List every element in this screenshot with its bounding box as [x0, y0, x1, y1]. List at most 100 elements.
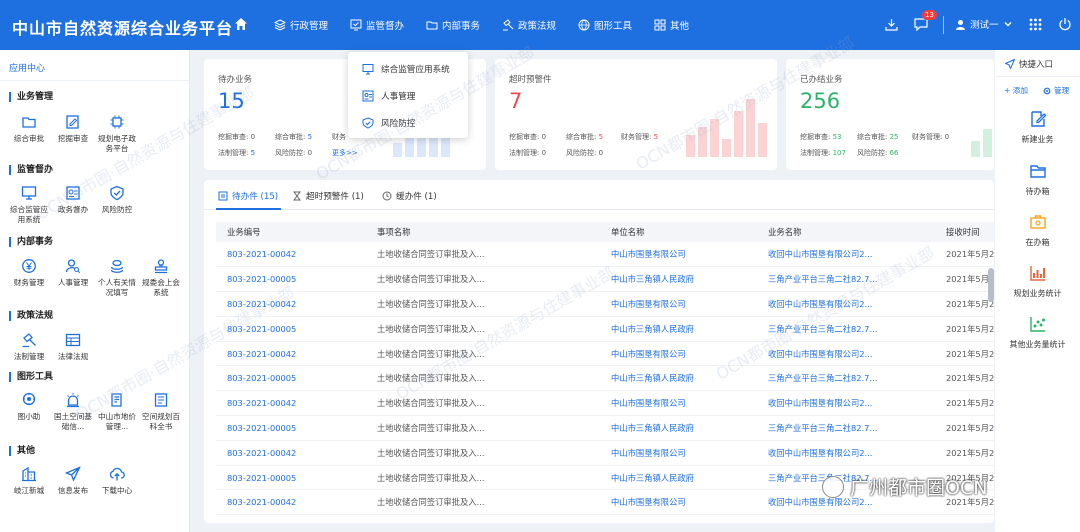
tool-planning-egov[interactable]: 规划电子政务平台: [95, 114, 139, 154]
nav-item-internal[interactable]: 内部事务: [426, 17, 480, 33]
unit-name-cell[interactable]: 中山市围垦有限公司: [600, 341, 757, 367]
nav-item-other[interactable]: 其他: [654, 17, 689, 33]
business-name-cell[interactable]: 三角产业平台三角二社82.7...: [757, 316, 935, 342]
business-name-cell[interactable]: 三角产业平台三角二社82.7...: [757, 365, 935, 392]
business-number-cell[interactable]: 803-2021-00042: [216, 440, 366, 466]
tool-gov-supervision[interactable]: 政务督办: [51, 185, 95, 215]
unit-name-cell[interactable]: 中山市三角镇人民政府: [600, 316, 757, 342]
card-value: 15: [218, 89, 245, 113]
tool-risk-control[interactable]: 风险防控: [95, 185, 139, 215]
business-number-cell[interactable]: 803-2021-00042: [216, 242, 366, 268]
tool-planning-committee[interactable]: 规委会上会系统: [139, 258, 183, 298]
quick-planning-stats[interactable]: 规划业务统计: [995, 264, 1080, 299]
quick-other-stats[interactable]: 其他业务量统计: [995, 315, 1080, 350]
home-icon[interactable]: [233, 16, 249, 32]
card-overdue[interactable]: 超时预警件 7 挖掘审查: 0 综合审批: 5 财务管理: 5 法制管理: 0 …: [495, 59, 777, 170]
table-row[interactable]: 803-2021-00005 土地收储合同签订审批及入... 中山市三角镇人民政府三…: [216, 316, 994, 342]
tool-legal-management[interactable]: 法制管理: [7, 332, 51, 362]
table-row[interactable]: 803-2021-00005 土地收储合同签订审批及入... 中山市三角镇人民政府三…: [216, 365, 994, 392]
tool-label: 信息发布: [57, 486, 89, 495]
unit-name-cell[interactable]: 中山市围垦有限公司: [600, 242, 757, 268]
unit-name-cell[interactable]: 中山市围垦有限公司: [600, 440, 757, 466]
manage-shortcut-button[interactable]: 管理: [1043, 85, 1069, 96]
table-row[interactable]: 803-2021-00042 土地收储合同签订审批及入... 中山市围垦有限公司 收回…: [216, 440, 994, 466]
nav-item-policy[interactable]: 政策法规: [502, 17, 556, 33]
tab-overdue[interactable]: 超时预警件 (1): [292, 190, 364, 202]
card-stat: 风险防控: 66: [857, 149, 899, 157]
task-table: 业务编号 事项名称 单位名称 业务名称 接收时间 803-2021-00042 土…: [216, 222, 994, 516]
tool-download-center[interactable]: 下载中心: [95, 466, 139, 496]
unit-name-cell[interactable]: 中山市三角镇人民政府: [600, 465, 757, 491]
business-name-cell[interactable]: 收回中山市围垦有限公司2...: [757, 440, 935, 466]
nav-item-admin[interactable]: 行政管理: [274, 17, 328, 33]
nav-label: 政策法规: [518, 21, 557, 32]
power-icon[interactable]: [1058, 17, 1072, 31]
add-shortcut-button[interactable]: + 添加: [1004, 85, 1028, 96]
table-row[interactable]: 803-2021-00042 土地收储合同签订审批及入... 中山市围垦有限公司 收回…: [216, 341, 994, 367]
grid-icon: [654, 19, 666, 31]
received-time-cell: 2021年5月2: [935, 266, 994, 293]
unit-name-cell[interactable]: 中山市围垦有限公司: [600, 489, 757, 516]
tool-supervision-system[interactable]: 综合监管应用系统: [7, 185, 51, 225]
tool-qijiang-new-city[interactable]: 岐江新城: [7, 466, 51, 496]
business-name-cell[interactable]: 收回中山市围垦有限公司2...: [757, 291, 935, 317]
business-name-cell[interactable]: 收回中山市围垦有限公司2...: [757, 341, 935, 367]
nav-item-supervision[interactable]: 监管督办: [350, 17, 404, 33]
tool-land-price[interactable]: 中山市地价管理...: [95, 392, 139, 432]
tool-personal-info[interactable]: 个人有关情况填写: [95, 258, 139, 298]
dropdown-item-hr[interactable]: 人事管理: [362, 90, 415, 102]
tool-excavation-review[interactable]: 挖掘审查: [51, 114, 95, 144]
quick-label: 规划业务统计: [1013, 289, 1062, 298]
unit-name-cell[interactable]: 中山市三角镇人民政府: [600, 365, 757, 392]
quick-pending-box[interactable]: 待办箱: [995, 162, 1080, 197]
quick-new-business[interactable]: 新建业务: [995, 110, 1080, 145]
tool-integrated-approval[interactable]: 综合审批: [7, 114, 51, 144]
unit-name-cell[interactable]: 中山市三角镇人民政府: [600, 266, 757, 293]
business-number-cell[interactable]: 803-2021-00042: [216, 489, 366, 516]
list-icon: [218, 191, 228, 201]
table-row[interactable]: 803-2021-00042 土地收储合同签订审批及入... 中山市围垦有限公司 收回…: [216, 291, 994, 317]
apps-grid-icon[interactable]: [1029, 18, 1042, 31]
tool-finance[interactable]: 财务管理: [7, 258, 51, 288]
dropdown-label: 综合监管应用系统: [381, 65, 450, 75]
tab-pending[interactable]: 待办件 (15): [218, 190, 278, 202]
business-name-cell[interactable]: 收回中山市围垦有限公司2...: [757, 242, 935, 268]
business-number-cell[interactable]: 803-2021-00005: [216, 365, 366, 392]
tool-spatial-encyclopedia[interactable]: 空间规划百科全书: [139, 392, 183, 432]
table-row[interactable]: 803-2021-00005 土地收储合同签订审批及入... 中山市三角镇人民政府三…: [216, 266, 994, 293]
download-icon[interactable]: [885, 18, 898, 31]
chevron-down-icon: [1004, 22, 1012, 27]
table-row[interactable]: 803-2021-00005 土地收储合同签订审批及入... 中山市三角镇人民政府三…: [216, 415, 994, 441]
business-number-cell[interactable]: 803-2021-00005: [216, 415, 366, 441]
tool-label: 法律法规: [57, 352, 89, 361]
business-number-cell[interactable]: 803-2021-00042: [216, 390, 366, 417]
nav-item-graphic-tools[interactable]: 图形工具: [578, 17, 632, 33]
tool-hr[interactable]: 人事管理: [51, 258, 95, 288]
sidebar-title: 应用中心: [9, 64, 46, 74]
business-number-cell[interactable]: 803-2021-00005: [216, 316, 366, 342]
dropdown-item-risk[interactable]: 风险防控: [362, 117, 415, 129]
tool-map-assistant[interactable]: 图小助: [7, 392, 51, 422]
business-name-cell[interactable]: 三角产业平台三角二社82.7...: [757, 415, 935, 441]
business-number-cell[interactable]: 803-2021-00005: [216, 465, 366, 491]
unit-name-cell[interactable]: 中山市围垦有限公司: [600, 390, 757, 417]
business-name-cell[interactable]: 三角产业平台三角二社82.7...: [757, 266, 935, 293]
unit-name-cell[interactable]: 中山市围垦有限公司: [600, 291, 757, 317]
quick-in-progress-box[interactable]: 在办箱: [995, 213, 1080, 248]
business-number-cell[interactable]: 803-2021-00042: [216, 341, 366, 367]
dropdown-item-supervision-system[interactable]: 综合监管应用系统: [362, 63, 450, 75]
user-menu[interactable]: 测试一: [955, 17, 1013, 31]
tool-territorial-info[interactable]: 国土空间基础信...: [51, 392, 95, 432]
table-row[interactable]: 803-2021-00042 土地收储合同签订审批及入... 中山市围垦有限公司 收回…: [216, 390, 994, 417]
panel-scroll-handle[interactable]: [988, 268, 994, 302]
business-number-cell[interactable]: 803-2021-00042: [216, 291, 366, 317]
tool-info-release[interactable]: 信息发布: [51, 466, 95, 496]
unit-name-cell[interactable]: 中山市三角镇人民政府: [600, 415, 757, 441]
business-number-cell[interactable]: 803-2021-00005: [216, 266, 366, 293]
more-link[interactable]: 更多>>: [332, 148, 358, 158]
business-name-cell[interactable]: 收回中山市围垦有限公司2...: [757, 390, 935, 417]
tool-laws[interactable]: 法律法规: [51, 332, 95, 362]
tab-deferred[interactable]: 缓办件 (1): [382, 190, 437, 202]
card-completed[interactable]: 已办结业务 256 挖掘审查: 53 综合审批: 25 财务管理: 0 法制管理…: [786, 59, 994, 170]
table-row[interactable]: 803-2021-00042 土地收储合同签订审批及入... 中山市围垦有限公司 收回…: [216, 242, 994, 268]
